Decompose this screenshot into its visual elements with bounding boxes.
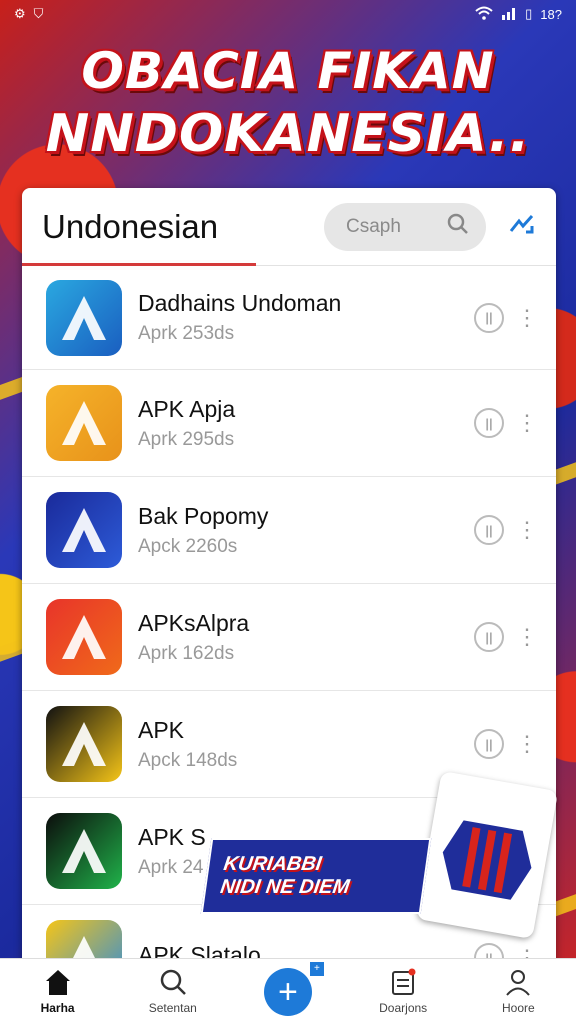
list-item[interactable]: Bak Popomy Apck 2260s || ⋮ (22, 477, 556, 584)
promo-banner: KURIABBI NIDI NE DIEM (200, 838, 432, 914)
more-options-icon[interactable]: ⋮ (516, 519, 538, 541)
status-bar: ⚙ ⛉ ▯ 18? (0, 0, 576, 28)
app-meta: Dadhains Undoman Aprk 253ds (138, 290, 474, 345)
nav-label-profile: Hoore (502, 1001, 535, 1015)
banner-title-line-2: NNDOKANESIA.. (45, 104, 531, 164)
plus-icon: + (278, 972, 298, 1011)
app-size: Aprk 295ds (138, 428, 235, 450)
download-icon[interactable]: || (474, 515, 504, 545)
documents-icon (388, 968, 418, 999)
more-options-icon[interactable]: ⋮ (516, 412, 538, 434)
shield-icon: ⛉ (33, 6, 44, 21)
card-header: Undonesian Csaph (22, 188, 556, 266)
app-name: APK (138, 716, 185, 743)
list-item[interactable]: Dadhains Undoman Aprk 253ds || ⋮ (22, 266, 556, 370)
list-item[interactable]: APK Apja Aprk 295ds || ⋮ (22, 370, 556, 477)
nav-documents[interactable]: Doarjons (353, 968, 453, 1015)
app-name: Bak Popomy (138, 502, 269, 529)
a-drive-icon[interactable] (46, 706, 122, 782)
app-size: Aprk 162ds (138, 642, 235, 664)
promo-line-2: NIDI NE DIEM (218, 876, 351, 898)
add-button[interactable]: + + (263, 961, 324, 1016)
bottom-navigation: Harha Setentan + + Doarjons Hoore (0, 958, 576, 1024)
promo-card (415, 770, 559, 940)
nav-home[interactable]: Harha (8, 968, 108, 1015)
app-name: Dadhains Undoman (138, 290, 342, 316)
nav-profile[interactable]: Hoore (468, 968, 568, 1015)
more-options-icon[interactable]: ⋮ (516, 306, 538, 329)
app-name: APK Apja (138, 395, 236, 422)
download-icon[interactable]: || (474, 729, 504, 759)
nav-label-documents: Doarjons (379, 1001, 428, 1015)
a-chevron-icon[interactable] (46, 385, 122, 461)
search-input[interactable]: Csaph (324, 202, 486, 251)
page-title: Undonesian (42, 207, 219, 245)
a-red-icon[interactable] (46, 599, 122, 675)
a-dark-icon[interactable] (46, 813, 122, 889)
nav-label-search: Setentan (148, 1001, 197, 1015)
badge-icon: + (309, 961, 324, 976)
list-item[interactable]: APKsAlpra Aprk 162ds || ⋮ (22, 584, 556, 691)
nav-search[interactable]: Setentan (123, 968, 223, 1015)
promo-sticker[interactable]: KURIABBI NIDI NE DIEM (200, 770, 559, 940)
app-size: Apck 148ds (138, 749, 238, 771)
app-meta: APK Apja Aprk 295ds (138, 396, 474, 451)
app-name: APKsAlpra (138, 609, 250, 636)
app-meta: APK Apck 148ds (138, 717, 474, 772)
more-options-icon[interactable]: ⋮ (516, 733, 538, 755)
app-size: Aprk 253ds (138, 323, 235, 344)
settings-icon: ⚙ (14, 6, 26, 21)
download-icon[interactable]: || (474, 408, 504, 438)
app-meta: Bak Popomy Apck 2260s (138, 503, 474, 558)
more-options-icon[interactable]: ⋮ (516, 626, 538, 648)
search-icon[interactable] (446, 212, 470, 242)
promo-line-1: KURIABBI (222, 853, 324, 875)
download-icon[interactable]: || (474, 622, 504, 652)
nav-label-home: Harha (40, 1001, 75, 1015)
a-blue-icon[interactable] (46, 492, 122, 568)
profile-icon (503, 968, 533, 999)
search-placeholder: Csaph (346, 215, 401, 237)
download-icon[interactable]: || (474, 302, 504, 333)
sort-icon[interactable] (508, 212, 536, 241)
a-logo-icon[interactable] (46, 279, 122, 356)
app-size: Apck 2260s (138, 535, 238, 557)
battery-level: 18? (540, 6, 562, 22)
search-icon (158, 968, 188, 999)
banner-title-line-1: OBACIA FIKAN (81, 42, 495, 100)
wifi-icon (475, 6, 493, 23)
app-meta: APKsAlpra Aprk 162ds (138, 610, 474, 665)
home-icon (43, 968, 73, 999)
nav-add[interactable]: + + (238, 961, 338, 1016)
battery-icon: ▯ (525, 6, 533, 21)
active-tab-indicator (22, 263, 256, 266)
signal-icon (501, 6, 517, 23)
